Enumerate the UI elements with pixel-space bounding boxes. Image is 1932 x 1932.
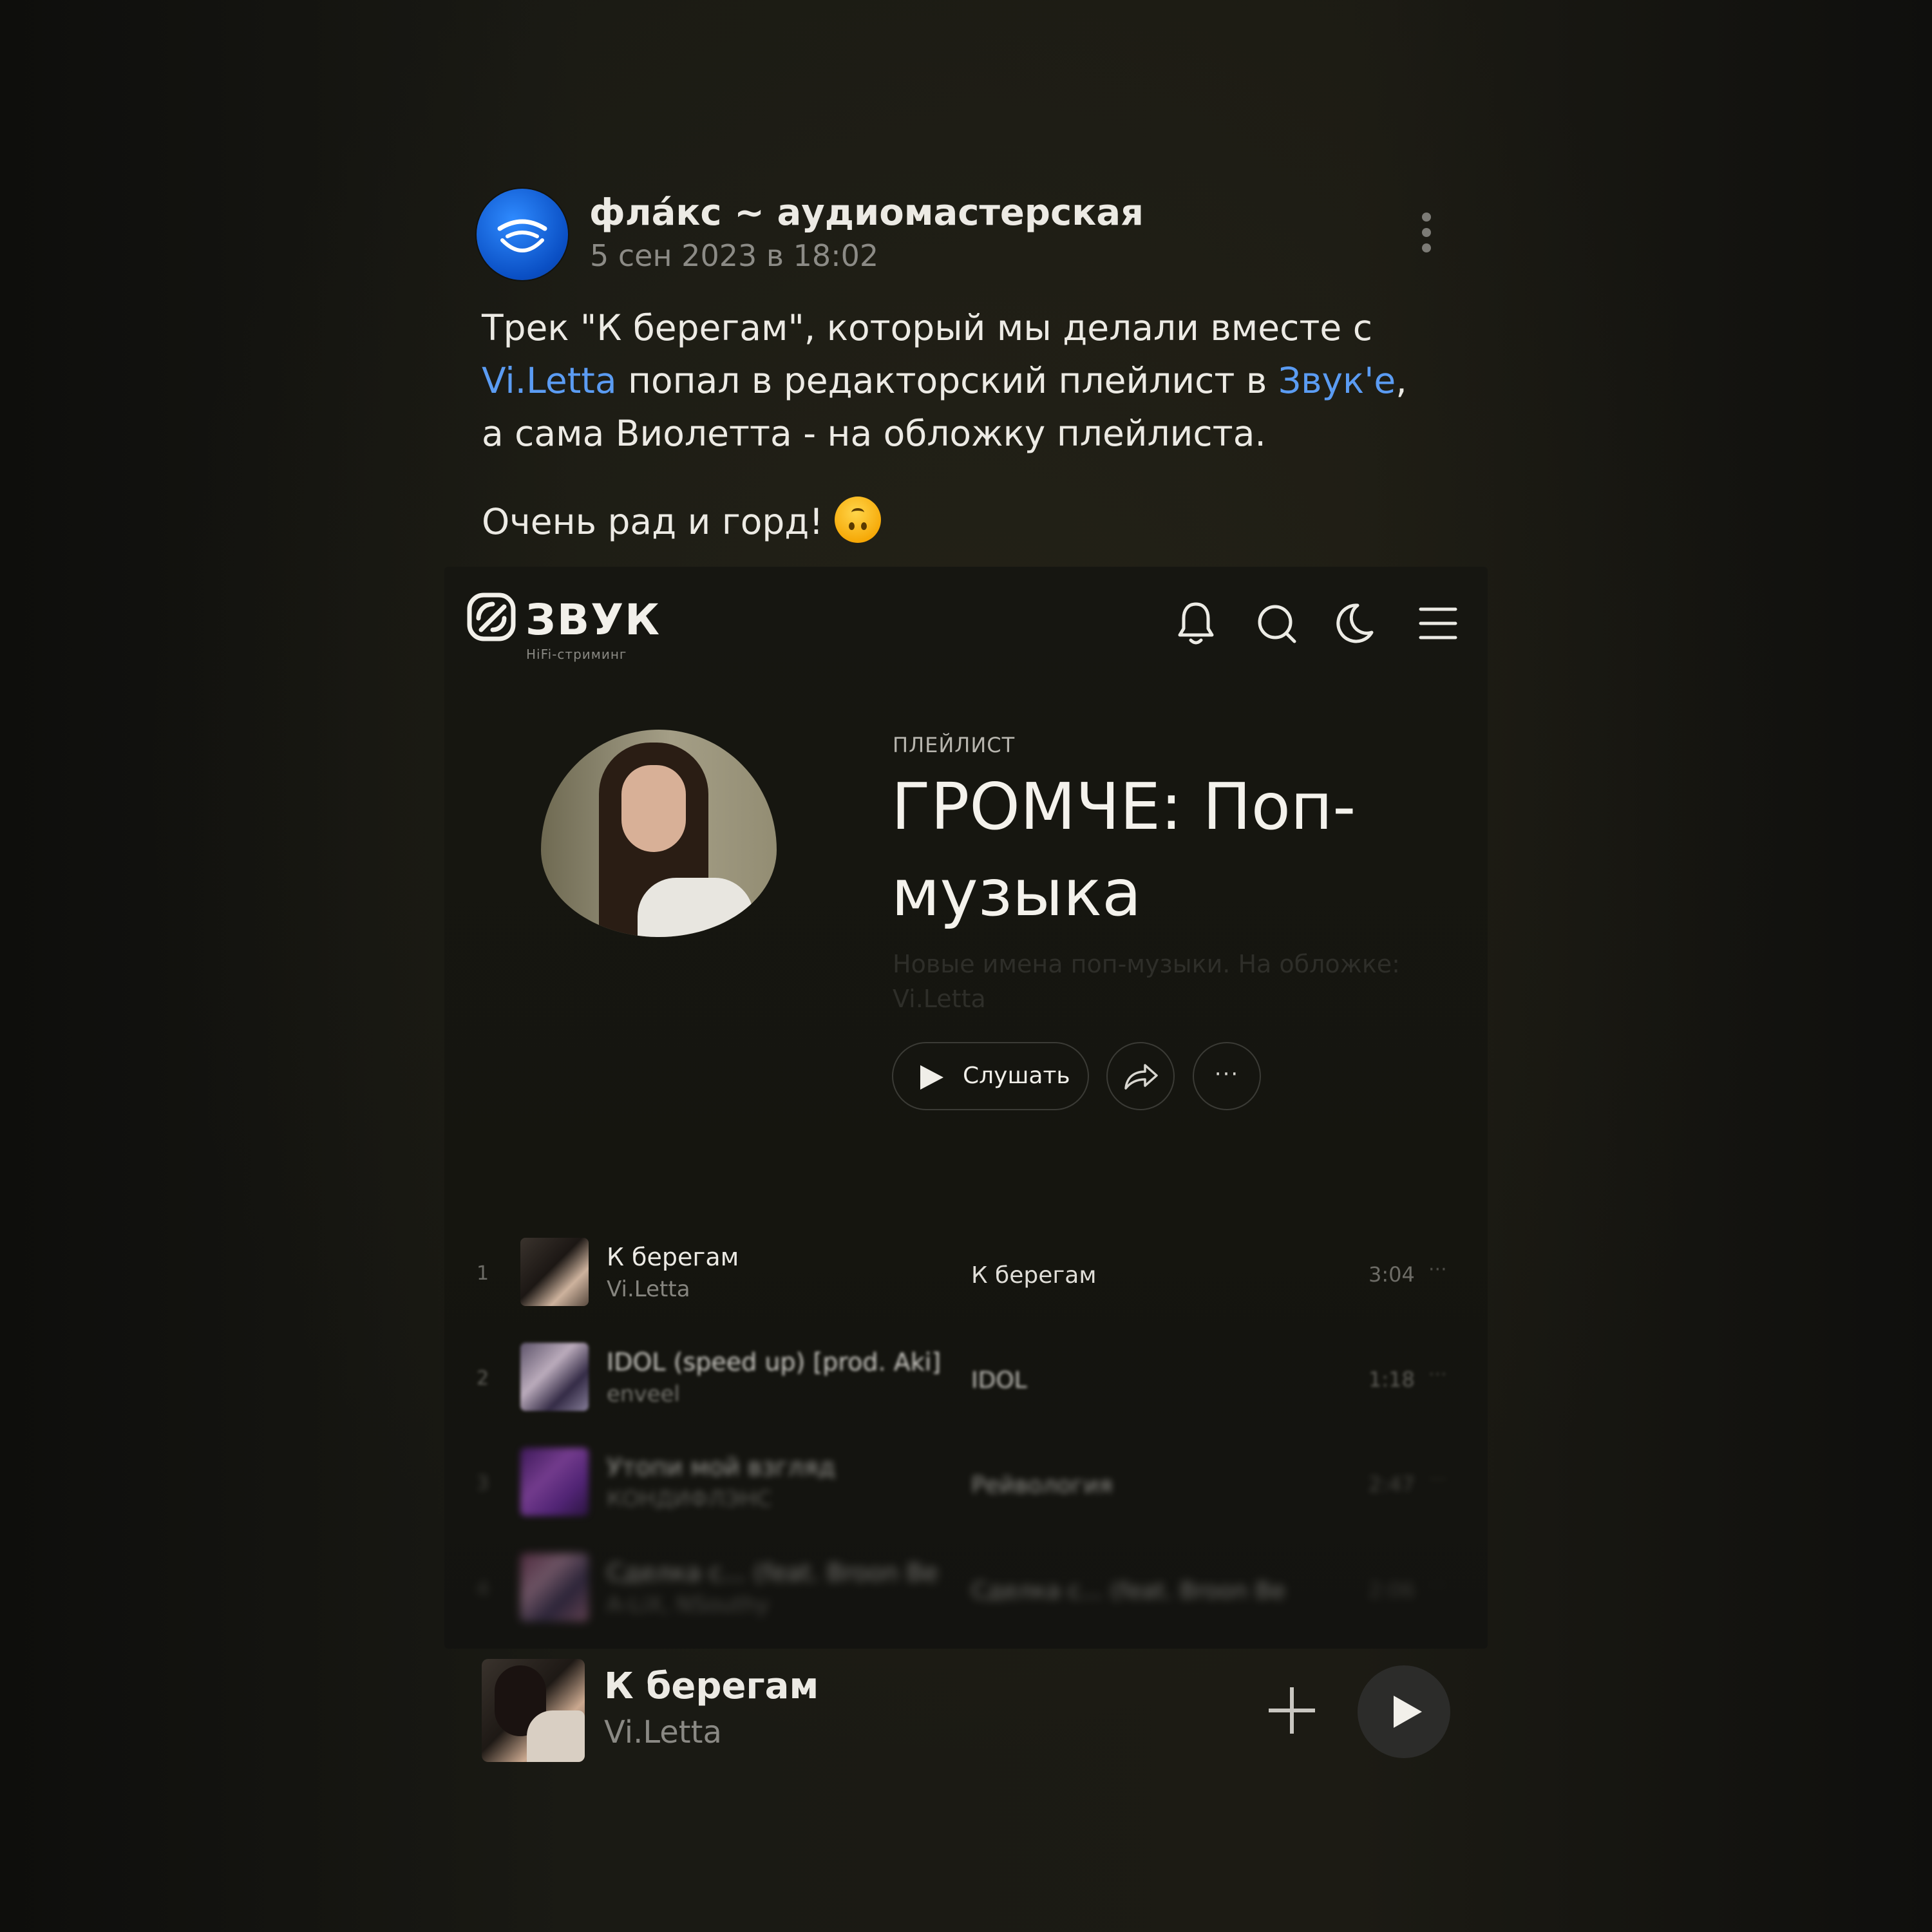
player-track-title[interactable]: К берегам xyxy=(604,1665,819,1707)
post-date[interactable]: 5 сен 2023 в 18:02 xyxy=(590,238,878,273)
track-more-icon[interactable]: ··· xyxy=(1428,1468,1447,1491)
track-number: 1 xyxy=(477,1262,489,1285)
share-icon xyxy=(1124,1064,1158,1090)
track-title[interactable]: IDOL (speed up) [prod. Aki] xyxy=(607,1348,941,1376)
share-button[interactable] xyxy=(1106,1042,1175,1110)
track-more-icon[interactable]: ··· xyxy=(1428,1574,1447,1596)
post-author-name[interactable]: фла́кс ~ аудиомастерская xyxy=(589,192,1144,234)
track-album[interactable]: Рейвология xyxy=(971,1472,1113,1499)
headphones-logo-icon xyxy=(497,219,547,252)
search-icon[interactable] xyxy=(1255,599,1298,648)
track-thumbnail xyxy=(520,1448,589,1516)
track-number: 2 xyxy=(477,1367,489,1390)
player-cover[interactable] xyxy=(482,1659,585,1762)
track-artist[interactable]: enveel xyxy=(607,1381,680,1407)
playlist-kind-label: ПЛЕЙЛИСТ xyxy=(893,733,1016,757)
track-title[interactable]: Сделка с... (feat. Broon Be xyxy=(607,1558,938,1587)
track-title[interactable]: Утопи мой взгляд xyxy=(607,1453,835,1481)
playlist-title: ГРОМЧЕ: Поп-музыка xyxy=(891,769,1356,931)
community-avatar[interactable] xyxy=(477,189,568,280)
post-text-second-paragraph: Очень рад и горд! xyxy=(482,496,882,547)
bell-icon[interactable] xyxy=(1176,599,1216,648)
track-thumbnail xyxy=(520,1238,589,1306)
play-icon xyxy=(920,1065,943,1090)
track-artist[interactable]: Vi.Letta xyxy=(607,1276,690,1302)
upside-down-face-emoji-icon xyxy=(835,497,882,543)
post-text-part: Очень рад и горд! xyxy=(482,501,824,542)
post-menu-icon[interactable] xyxy=(1414,213,1439,258)
track-album[interactable]: IDOL xyxy=(971,1367,1027,1394)
track-number: 3 xyxy=(477,1472,489,1495)
track-duration: 3:04 xyxy=(1368,1262,1415,1287)
track-row[interactable]: 2 IDOL (speed up) [prod. Aki] enveel IDO… xyxy=(477,1343,1462,1420)
page: фла́кс ~ аудиомастерская 5 сен 2023 в 18… xyxy=(0,0,1932,1932)
playlist-description: Новые имена поп-музыки. На обложке: Vi.L… xyxy=(893,950,1400,1013)
post-text: Трек "К берегам", который мы делали вмес… xyxy=(482,301,1422,460)
track-more-icon[interactable]: ··· xyxy=(1428,1258,1447,1281)
play-icon xyxy=(1394,1696,1422,1728)
track-artist[interactable]: A-LiX, NSouthy xyxy=(607,1592,769,1618)
track-duration: 2:47 xyxy=(1368,1472,1415,1497)
track-thumbnail xyxy=(520,1553,589,1622)
track-row[interactable]: 4 Сделка с... (feat. Broon Be A-LiX, NSo… xyxy=(477,1553,1462,1631)
menu-icon[interactable] xyxy=(1418,599,1458,648)
track-duration: 1:18 xyxy=(1368,1367,1415,1392)
zvuk-logo-subtitle: HiFi-стриминг xyxy=(526,647,627,662)
track-thumbnail xyxy=(520,1343,589,1411)
track-title[interactable]: К берегам xyxy=(607,1243,739,1271)
track-row[interactable]: 3 Утопи мой взгляд КОНДИФЛЭНС Рейвология… xyxy=(477,1448,1462,1525)
track-album[interactable]: К берегам xyxy=(971,1262,1096,1289)
moon-icon[interactable] xyxy=(1333,599,1376,648)
track-duration: 2:06 xyxy=(1368,1578,1415,1602)
zvuk-logo-icon xyxy=(467,592,516,641)
track-more-icon[interactable]: ··· xyxy=(1428,1363,1447,1386)
link-zvuk[interactable]: Звук'е xyxy=(1278,360,1396,401)
track-artist[interactable]: КОНДИФЛЭНС xyxy=(607,1486,772,1512)
more-icon: ··· xyxy=(1214,1061,1240,1087)
post-text-part: Трек "К берегам", который мы делали вмес… xyxy=(482,307,1372,348)
player-play-button[interactable] xyxy=(1358,1665,1450,1758)
playlist-more-button[interactable]: ··· xyxy=(1193,1042,1261,1110)
track-number: 4 xyxy=(477,1578,489,1600)
track-row[interactable]: 1 К берегам Vi.Letta К берегам 3:04 ··· xyxy=(477,1238,1462,1315)
track-album[interactable]: Сделка с... (feat. Broon Be xyxy=(971,1578,1285,1604)
listen-button-label: Слушать xyxy=(963,1063,1070,1089)
player-track-artist[interactable]: Vi.Letta xyxy=(604,1714,722,1750)
link-vi-letta[interactable]: Vi.Letta xyxy=(482,360,617,401)
add-icon[interactable] xyxy=(1269,1687,1315,1734)
listen-button[interactable]: Слушать xyxy=(892,1042,1089,1110)
post-text-part: попал в редакторский плейлист в xyxy=(616,360,1278,401)
zvuk-logo-text: ЗВУК xyxy=(526,595,661,645)
